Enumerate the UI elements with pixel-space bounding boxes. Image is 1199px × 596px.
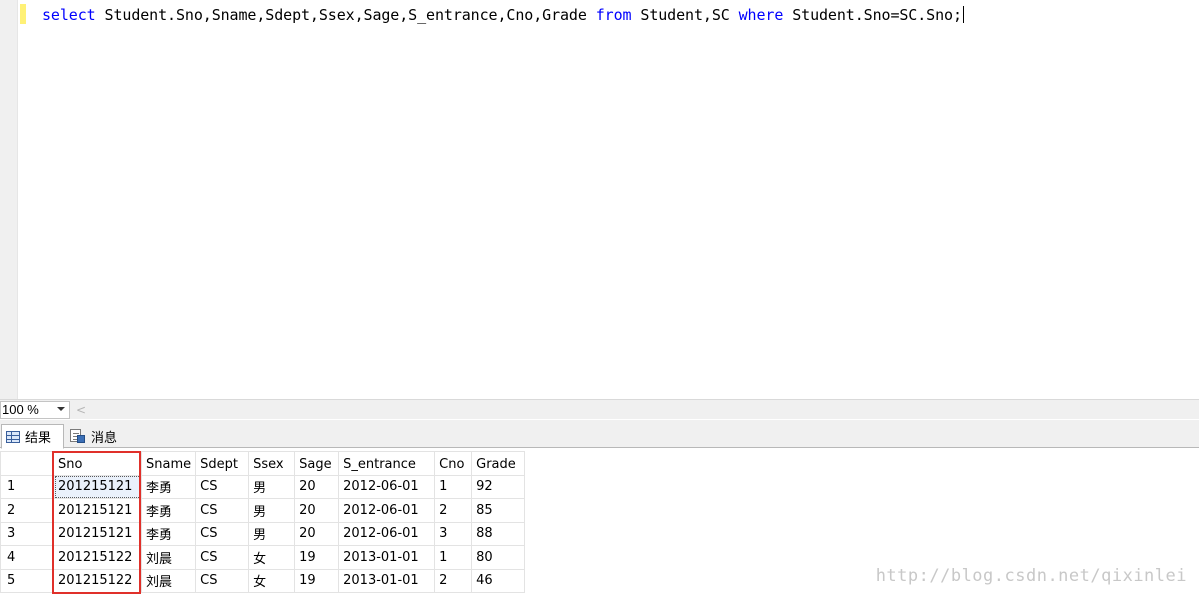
cell-s-entrance[interactable]: 2012-06-01 xyxy=(338,521,436,546)
grid-corner-cell[interactable] xyxy=(0,451,54,476)
column-header-cno[interactable]: Cno xyxy=(434,451,473,476)
sql-keyword-select: select xyxy=(42,6,96,24)
row-number[interactable]: 2 xyxy=(0,498,54,523)
cell-cno[interactable]: 2 xyxy=(434,568,473,593)
row-number[interactable]: 3 xyxy=(0,521,54,546)
cell-sno[interactable]: 201215122 xyxy=(53,545,142,570)
cell-sage[interactable]: 20 xyxy=(294,498,340,523)
cell-sname[interactable]: 李勇 xyxy=(140,521,197,546)
cell-sname[interactable]: 李勇 xyxy=(140,474,197,499)
table-row: 1 201215121 李勇 CS 男 20 2012-06-01 1 92 xyxy=(0,474,526,499)
row-number[interactable]: 1 xyxy=(0,474,54,499)
cell-sno[interactable]: 201215121 xyxy=(53,498,142,523)
zoom-value: 100 % xyxy=(2,402,39,417)
cell-sage[interactable]: 20 xyxy=(294,474,340,499)
cell-s-entrance[interactable]: 2012-06-01 xyxy=(338,498,436,523)
zoom-bar: 100 % < xyxy=(0,399,1199,419)
sql-editor[interactable]: select Student.Sno,Sname,Sdept,Ssex,Sage… xyxy=(0,0,1199,399)
cell-cno[interactable]: 1 xyxy=(434,545,473,570)
cell-sname[interactable]: 刘晨 xyxy=(140,545,197,570)
cell-grade[interactable]: 46 xyxy=(471,568,526,593)
tab-results-label: 结果 xyxy=(25,431,52,446)
cell-s-entrance[interactable]: 2013-01-01 xyxy=(338,568,436,593)
cell-sno[interactable]: 201215121 xyxy=(53,474,142,499)
tab-messages[interactable]: 消息 xyxy=(66,424,124,448)
column-header-sno[interactable]: Sno xyxy=(53,451,142,476)
cell-sdept[interactable]: CS xyxy=(195,545,250,570)
chevron-down-icon[interactable] xyxy=(57,407,65,411)
column-header-sdept[interactable]: Sdept xyxy=(195,451,250,476)
column-header-grade[interactable]: Grade xyxy=(471,451,526,476)
cell-ssex[interactable]: 女 xyxy=(248,545,296,570)
cell-grade[interactable]: 80 xyxy=(471,545,526,570)
cell-sno[interactable]: 201215122 xyxy=(53,568,142,593)
cell-sage[interactable]: 19 xyxy=(294,568,340,593)
cell-cno[interactable]: 3 xyxy=(434,521,473,546)
cell-sage[interactable]: 20 xyxy=(294,521,340,546)
sql-select-list: Student.Sno,Sname,Sdept,Ssex,Sage,S_entr… xyxy=(95,6,596,24)
cell-cno[interactable]: 1 xyxy=(434,474,473,499)
cell-sdept[interactable]: CS xyxy=(195,498,250,523)
cell-sage[interactable]: 19 xyxy=(294,545,340,570)
line-change-marker xyxy=(20,4,26,24)
sql-where-clause: Student.Sno=SC.Sno; xyxy=(783,6,962,24)
cell-sdept[interactable]: CS xyxy=(195,521,250,546)
cell-grade[interactable]: 92 xyxy=(471,474,526,499)
table-row: 2 201215121 李勇 CS 男 20 2012-06-01 2 85 xyxy=(0,498,526,523)
header-row: Sno Sname Sdept Ssex Sage S_entrance Cno… xyxy=(0,451,526,476)
cell-ssex[interactable]: 男 xyxy=(248,521,296,546)
cell-sname[interactable]: 李勇 xyxy=(140,498,197,523)
cell-s-entrance[interactable]: 2013-01-01 xyxy=(338,545,436,570)
row-number[interactable]: 4 xyxy=(0,545,54,570)
column-header-ssex[interactable]: Ssex xyxy=(248,451,296,476)
results-tab-strip: 结果 消息 xyxy=(0,420,1199,449)
column-header-s-entrance[interactable]: S_entrance xyxy=(338,451,436,476)
cell-sdept[interactable]: CS xyxy=(195,474,250,499)
cell-cno[interactable]: 2 xyxy=(434,498,473,523)
watermark: http://blog.csdn.net/qixinlei xyxy=(875,566,1187,586)
cell-s-entrance[interactable]: 2012-06-01 xyxy=(338,474,436,499)
table-row: 3 201215121 李勇 CS 男 20 2012-06-01 3 88 xyxy=(0,521,526,546)
results-table: Sno Sname Sdept Ssex Sage S_entrance Cno… xyxy=(0,451,526,593)
message-icon xyxy=(70,428,86,444)
cell-sdept[interactable]: CS xyxy=(195,568,250,593)
row-number[interactable]: 5 xyxy=(0,568,54,593)
cell-ssex[interactable]: 女 xyxy=(248,568,296,593)
sql-keyword-from: from xyxy=(595,6,632,24)
editor-gutter xyxy=(0,0,18,399)
cell-grade[interactable]: 88 xyxy=(471,521,526,546)
tab-results[interactable]: 结果 xyxy=(1,424,64,449)
cell-ssex[interactable]: 男 xyxy=(248,498,296,523)
scroll-left-icon[interactable]: < xyxy=(76,402,86,418)
sql-table-list: Student,SC xyxy=(631,6,739,24)
text-caret xyxy=(962,6,964,23)
sql-keyword-where: where xyxy=(738,6,784,24)
tab-messages-label: 消息 xyxy=(91,430,118,446)
cell-sno[interactable]: 201215121 xyxy=(53,521,142,546)
column-header-sage[interactable]: Sage xyxy=(294,451,340,476)
cell-sname[interactable]: 刘晨 xyxy=(140,568,197,593)
cell-grade[interactable]: 85 xyxy=(471,498,526,523)
table-row: 4 201215122 刘晨 CS 女 19 2013-01-01 1 80 xyxy=(0,545,526,570)
grid-icon xyxy=(6,430,20,443)
cell-ssex[interactable]: 男 xyxy=(248,474,296,499)
zoom-dropdown[interactable]: 100 % xyxy=(0,401,70,419)
table-row: 5 201215122 刘晨 CS 女 19 2013-01-01 2 46 xyxy=(0,568,526,593)
column-header-sname[interactable]: Sname xyxy=(140,451,197,476)
sql-code-line[interactable]: select Student.Sno,Sname,Sdept,Ssex,Sage… xyxy=(42,5,964,25)
